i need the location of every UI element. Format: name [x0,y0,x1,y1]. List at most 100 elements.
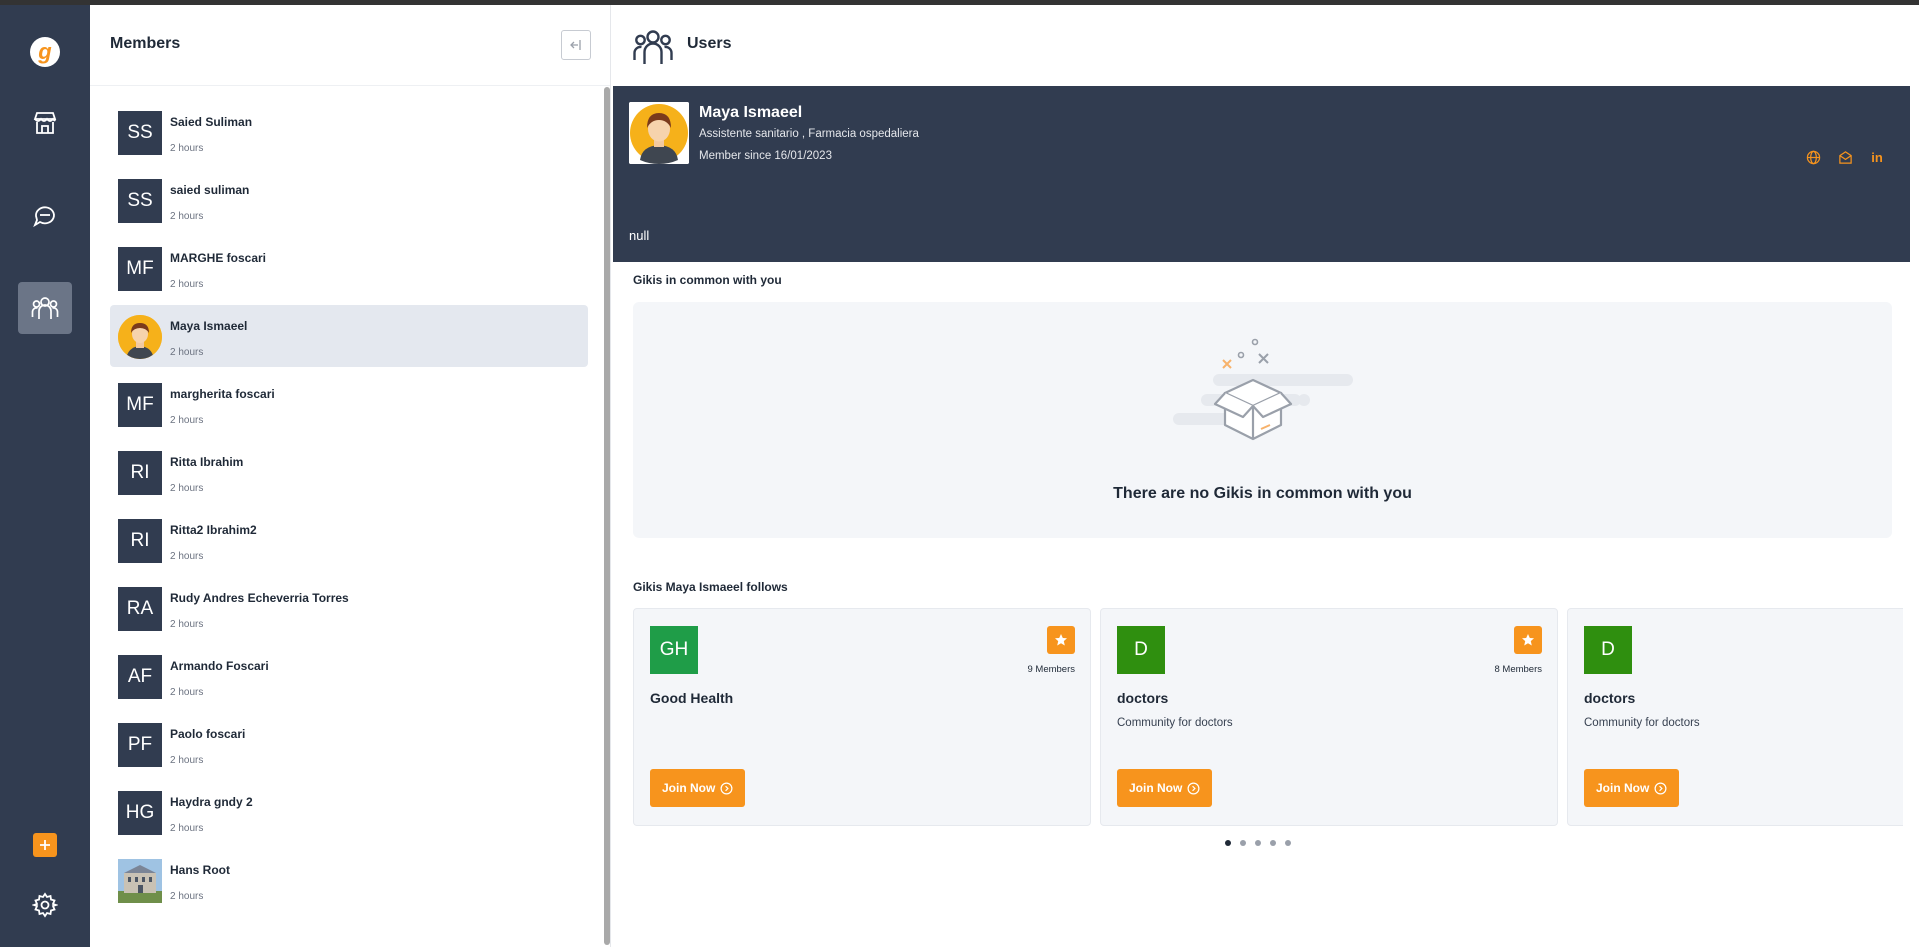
member-name: Ritta Ibrahim [170,455,244,469]
join-now-button[interactable]: Join Now [1117,769,1213,807]
join-now-button[interactable]: Join Now [1584,769,1680,807]
member-name: Ritta2 Ibrahim2 [170,523,257,537]
members-panel: Members SS Saied Suliman 2 hours SS saie… [90,5,611,947]
avatar: SS [118,179,162,223]
avatar: AF [118,655,162,699]
carousel-dot[interactable] [1255,840,1261,846]
join-label: Join Now [662,781,716,795]
star-icon [1522,634,1534,646]
store-icon [33,112,57,134]
star-button[interactable] [1514,626,1542,654]
members-title: Members [110,35,181,52]
join-label: Join Now [1129,781,1183,795]
giki-card: D 8 Members doctors Community for doctor… [1100,608,1558,826]
settings-nav-button[interactable] [18,879,72,931]
avatar: PF [118,723,162,767]
avatar-photo [118,859,162,903]
avatar: HG [118,791,162,835]
profile-role: Assistente sanitario , Farmacia ospedali… [699,128,919,140]
avatar: SS [118,111,162,155]
member-name: Rudy Andres Echeverria Torres [170,591,349,605]
users-nav-button[interactable] [18,282,72,334]
giki-logo: GH [650,626,698,674]
join-label: Join Now [1596,781,1650,795]
carousel-dots [1225,840,1291,846]
chat-icon [33,206,55,228]
gear-icon [32,892,58,918]
member-name: Hans Root [170,863,230,877]
profile-name: Maya Ismaeel [699,104,803,121]
member-time: 2 hours [170,415,204,426]
member-row[interactable]: MF MARGHE foscari 2 hours [110,237,588,299]
empty-state: There are no Gikis in common with you [633,302,1892,538]
linkedin-icon[interactable]: in [1868,148,1886,166]
avatar: MF [118,247,162,291]
member-name: Saied Suliman [170,115,253,129]
profile-bio: null [629,228,650,243]
avatar [118,315,162,359]
common-gikis-title: Gikis in common with you [633,273,782,287]
member-time: 2 hours [170,823,204,834]
member-row[interactable]: RI Ritta2 Ibrahim2 2 hours [110,509,588,571]
main-header: Users [611,5,1919,85]
plus-icon [40,840,50,850]
mail-icon[interactable] [1836,148,1854,166]
carousel-dot[interactable] [1270,840,1276,846]
member-row[interactable]: RI Ritta Ibrahim 2 hours [110,441,588,503]
app-logo[interactable]: g [30,37,60,67]
member-row[interactable]: Hans Root 2 hours [110,849,588,911]
chat-nav-button[interactable] [18,190,72,242]
empty-box-icon [1173,338,1353,441]
carousel-dot[interactable] [1240,840,1246,846]
member-time: 2 hours [170,891,204,902]
giki-name: doctors [1584,690,1636,706]
avatar: RI [118,451,162,495]
users-icon [31,297,59,319]
join-now-button[interactable]: Join Now [650,769,746,807]
carousel-dot-active[interactable] [1225,840,1231,846]
page-title: Users [687,35,732,52]
member-row[interactable]: HG Haydra gndy 2 2 hours [110,781,588,843]
arrow-circle-icon [720,782,733,794]
collapse-panel-button[interactable] [561,30,591,60]
member-row[interactable]: SS Saied Suliman 2 hours [110,101,588,163]
giki-name: Good Health [650,690,734,706]
arrow-circle-icon [1187,782,1200,794]
star-button[interactable] [1047,626,1075,654]
add-button[interactable] [33,833,57,857]
main-content: Users Maya Ismaeel Assistente sanitario … [611,5,1919,947]
member-time: 2 hours [170,755,204,766]
member-row[interactable]: PF Paolo foscari 2 hours [110,713,588,775]
member-row[interactable]: RA Rudy Andres Echeverria Torres 2 hours [110,577,588,639]
members-scrollbar[interactable] [604,87,610,945]
member-time: 2 hours [170,347,204,358]
member-time: 2 hours [170,687,204,698]
member-row[interactable]: AF Armando Foscari 2 hours [110,645,588,707]
social-links: in [1804,148,1886,166]
member-time: 2 hours [170,211,204,222]
member-name: Haydra gndy 2 [170,795,253,809]
profile-member-since: Member since 16/01/2023 [699,150,832,162]
gikis-carousel: GH 9 Members Good Health Join Now D 8 Me… [633,608,1903,828]
member-time: 2 hours [170,551,204,562]
members-count: 9 Members [1027,664,1075,675]
members-header: Members [90,5,610,86]
carousel-dot[interactable] [1285,840,1291,846]
building-photo-icon [118,859,162,903]
member-row-selected[interactable]: Maya Ismaeel 2 hours [110,305,588,367]
member-row[interactable]: SS saied suliman 2 hours [110,169,588,231]
member-time: 2 hours [170,279,204,290]
store-nav-button[interactable] [18,97,72,149]
giki-name: doctors [1117,690,1169,706]
person-avatar-icon [118,315,162,359]
globe-icon[interactable] [1804,148,1822,166]
member-name: Paolo foscari [170,727,246,741]
avatar: RA [118,587,162,631]
avatar: RI [118,519,162,563]
member-row[interactable]: MF margherita foscari 2 hours [110,373,588,435]
giki-logo: D [1117,626,1165,674]
star-icon [1055,634,1067,646]
member-list: SS Saied Suliman 2 hours SS saied sulima… [110,101,590,917]
giki-description: Community for doctors [1584,717,1700,729]
giki-logo: D [1584,626,1632,674]
